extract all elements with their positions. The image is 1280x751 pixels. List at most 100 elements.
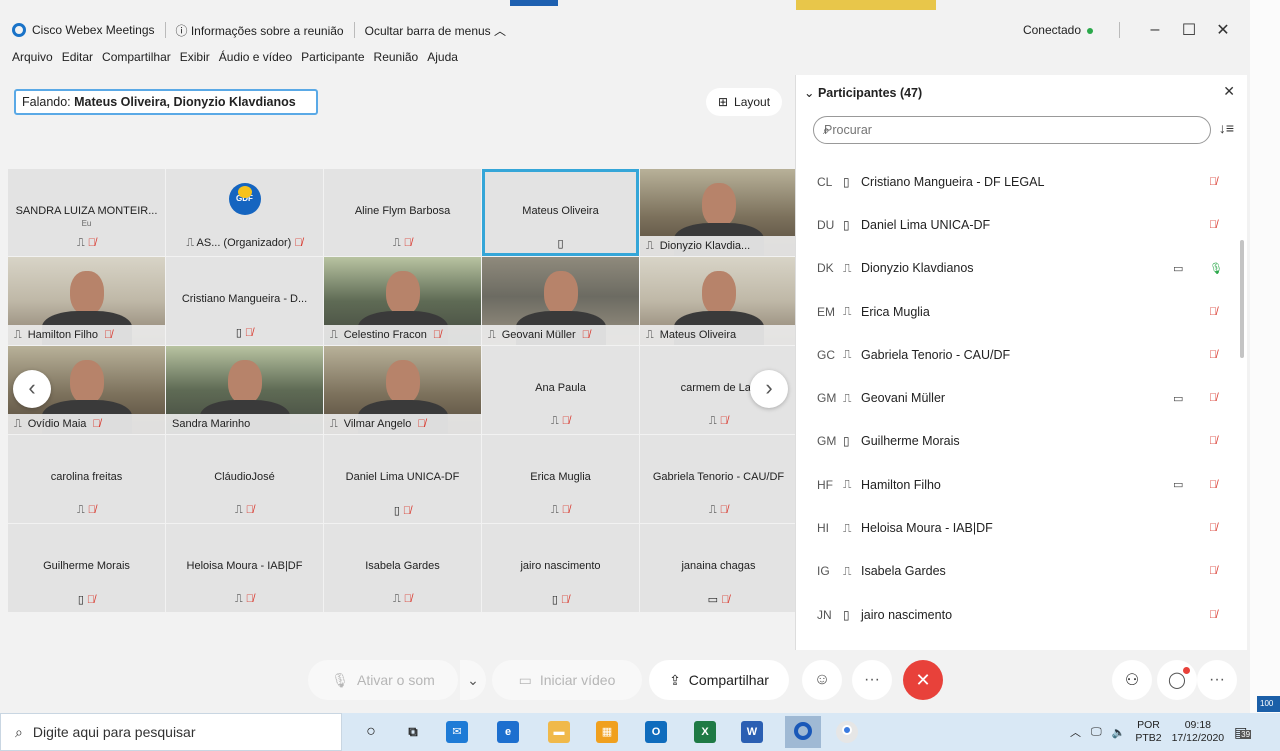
maximize-icon[interactable]: ☐ [1180, 20, 1198, 40]
mic-muted-icon[interactable]: 🎙̸ [1209, 522, 1217, 534]
participant-tile[interactable]: Sandra Marinho [166, 346, 323, 434]
menu-exibir[interactable]: Exibir [180, 50, 210, 70]
language-indicator[interactable]: POR PTB2 [1135, 719, 1161, 745]
participant-tile[interactable]: Ana Paula ⎍ 🎙̸ [482, 346, 639, 434]
participants-header[interactable]: ⌄ Participantes (47) [804, 85, 922, 100]
webex-taskbar-icon[interactable] [785, 716, 821, 748]
clock[interactable]: 09:18 17/12/2020 [1172, 719, 1225, 745]
tray-up-icon[interactable]: ︿ [1070, 724, 1081, 740]
headset-icon: ⎍ [392, 237, 404, 249]
network-icon[interactable]: 🖵 [1091, 726, 1102, 739]
participants-search-input[interactable] [813, 116, 1211, 144]
participant-tile[interactable]: GDF ⎍ AS... (Organizador) 🎙̸ [166, 169, 323, 256]
participant-tile[interactable]: ⎍ Vilmar Angelo 🎙̸ [324, 346, 481, 434]
store-icon[interactable]: ▦ [596, 721, 618, 743]
mic-muted-icon[interactable]: 🎙̸ [1209, 306, 1217, 318]
participant-row[interactable]: GC ⎍ Gabriela Tenorio - CAU/DF 🎙̸ [796, 333, 1236, 376]
participant-row[interactable]: JC▭janaina chagas🎙̸ [796, 636, 1236, 650]
participant-tile[interactable]: ⎍ Hamilton Filho 🎙̸ [8, 257, 165, 345]
volume-icon[interactable]: 🔈 [1112, 726, 1126, 739]
participant-tile[interactable]: jairo nascimento ▯ 🎙̸ [482, 524, 639, 612]
participant-row[interactable]: GM ⎍ Geovani Müller ▭ 🎙̸ [796, 376, 1236, 419]
share-button[interactable]: ⇪ Compartilhar [649, 660, 789, 700]
chrome-icon[interactable] [836, 721, 858, 743]
meeting-info-link[interactable]: ⓘ Informações sobre a reunião [176, 22, 344, 39]
participant-tile[interactable]: ⎍ Mateus Oliveira [640, 257, 797, 345]
minimize-icon[interactable]: – [1146, 21, 1164, 39]
reactions-button[interactable]: ☺ [802, 660, 842, 700]
menu-reuniao[interactable]: Reunião [374, 50, 419, 70]
word-icon[interactable]: W [741, 721, 763, 743]
mic-muted-icon[interactable]: 🎙̸ [1209, 609, 1217, 621]
participant-tile[interactable]: carolina freitas ⎍ 🎙̸ [8, 435, 165, 523]
participant-tile[interactable]: Erica Muglia ⎍ 🎙̸ [482, 435, 639, 523]
participant-row[interactable]: GM ▯ Guilherme Morais 🎙̸ [796, 420, 1236, 463]
outlook-icon[interactable]: O [645, 721, 667, 743]
tile-status-icons: ⎍ 🎙̸ [482, 415, 639, 428]
chat-button[interactable]: ◯ [1157, 660, 1197, 700]
participants-scrollbar[interactable] [1240, 240, 1244, 358]
participant-row[interactable]: JN ▯ jairo nascimento 🎙̸ [796, 593, 1236, 636]
start-video-button[interactable]: ▭ Iniciar vídeo [492, 660, 642, 700]
next-page-button[interactable]: › [750, 370, 788, 408]
phone-icon: ▯ [557, 238, 564, 250]
participant-tile[interactable]: janaina chagas ▭ 🎙̸ [640, 524, 797, 612]
participant-tile[interactable]: ⎍ Celestino Fracon 🎙̸ [324, 257, 481, 345]
edge-icon[interactable]: e [497, 721, 519, 743]
mic-muted-icon: 🎙̸ [417, 418, 426, 430]
participant-tile[interactable]: ⎍ Geovani Müller 🎙̸ [482, 257, 639, 345]
participant-tile[interactable]: Mateus Oliveira ▯ [482, 169, 639, 256]
participant-tile[interactable]: Heloisa Moura - IAB|DF ⎍ 🎙̸ [166, 524, 323, 612]
more-options-button[interactable]: ··· [852, 660, 892, 700]
cortana-icon[interactable]: ○ [360, 721, 382, 743]
menu-audio-video[interactable]: Áudio e vídeo [219, 50, 292, 70]
layout-button[interactable]: ⊞ Layout [706, 88, 782, 116]
task-view-icon[interactable]: ⧉ [402, 721, 424, 743]
organization-logo-icon: GDF [228, 183, 261, 215]
participant-row[interactable]: EM ⎍ Erica Muglia 🎙̸ [796, 290, 1236, 333]
menu-compartilhar[interactable]: Compartilhar [102, 50, 171, 70]
sort-icon[interactable]: ↓≡ [1219, 120, 1234, 136]
excel-icon[interactable]: X [694, 721, 716, 743]
participant-row[interactable]: DU ▯ Daniel Lima UNICA-DF 🎙̸ [796, 203, 1236, 246]
participant-row[interactable]: IG ⎍ Isabela Gardes 🎙̸ [796, 550, 1236, 593]
mic-muted-icon[interactable]: 🎙̸ [1209, 349, 1217, 361]
mic-muted-icon[interactable]: 🎙̸ [1209, 176, 1217, 188]
taskbar-search-box[interactable]: ⌕ Digite aqui para pesquisar [0, 713, 342, 751]
close-panel-icon[interactable]: ✕ [1223, 83, 1235, 100]
participant-tile[interactable]: ⎍ Dionyzio Klavdia... [640, 169, 797, 256]
mic-muted-icon[interactable]: 🎙̸ [1209, 219, 1217, 231]
participant-tile[interactable]: Isabela Gardes ⎍ 🎙̸ [324, 524, 481, 612]
participant-tile[interactable]: SANDRA LUIZA MONTEIR... Eu ⎍ 🎙̸ [8, 169, 165, 256]
file-explorer-icon[interactable]: ▬ [548, 721, 570, 743]
participant-row[interactable]: HI ⎍ Heloisa Moura - IAB|DF 🎙̸ [796, 506, 1236, 549]
mic-muted-icon[interactable]: 🎙̸ [1209, 565, 1217, 577]
participant-tile[interactable]: Gabriela Tenorio - CAU/DF ⎍ 🎙̸ [640, 435, 797, 523]
mail-icon[interactable]: ✉ [446, 721, 468, 743]
participant-row[interactable]: HF ⎍ Hamilton Filho ▭ 🎙̸ [796, 463, 1236, 506]
panel-more-button[interactable]: ··· [1197, 660, 1237, 700]
unmute-button[interactable]: 🎙 Ativar o som [308, 660, 458, 700]
prev-page-button[interactable]: ‹ [13, 370, 51, 408]
participant-tile[interactable]: Aline Flym Barbosa ⎍ 🎙̸ [324, 169, 481, 256]
mic-muted-icon[interactable]: 🎙̸ [1209, 435, 1217, 447]
participant-tile[interactable]: Guilherme Morais ▯ 🎙̸ [8, 524, 165, 612]
menu-ajuda[interactable]: Ajuda [427, 50, 458, 70]
menu-participante[interactable]: Participante [301, 50, 364, 70]
mic-muted-icon[interactable]: 🎙̸ [1209, 392, 1217, 404]
participant-row[interactable]: DK ⎍ Dionyzio Klavdianos ▭ 🎙 [796, 247, 1236, 290]
audio-options-dropdown[interactable]: ⌄ [460, 660, 486, 700]
mic-muted-icon[interactable]: 🎙̸ [1209, 479, 1217, 491]
menu-editar[interactable]: Editar [62, 50, 93, 70]
participant-tile[interactable]: Daniel Lima UNICA-DF ▯ 🎙̸ [324, 435, 481, 523]
participant-tile[interactable]: Cristiano Mangueira - D... ▯ 🎙̸ [166, 257, 323, 345]
participant-tile[interactable]: CláudioJosé ⎍ 🎙̸ [166, 435, 323, 523]
notification-center-icon[interactable]: ▤39 [1234, 724, 1252, 741]
leave-meeting-button[interactable]: ✕ [903, 660, 943, 700]
hide-menu-button[interactable]: Ocultar barra de menus ︿ [365, 22, 506, 39]
participants-button[interactable]: ⚇ [1112, 660, 1152, 700]
mic-active-icon[interactable]: 🎙 [1209, 262, 1223, 275]
menu-arquivo[interactable]: Arquivo [12, 50, 53, 70]
participant-row[interactable]: CL ▯ Cristiano Mangueira - DF LEGAL 🎙̸ [796, 160, 1236, 203]
close-window-icon[interactable]: ✕ [1214, 20, 1232, 40]
